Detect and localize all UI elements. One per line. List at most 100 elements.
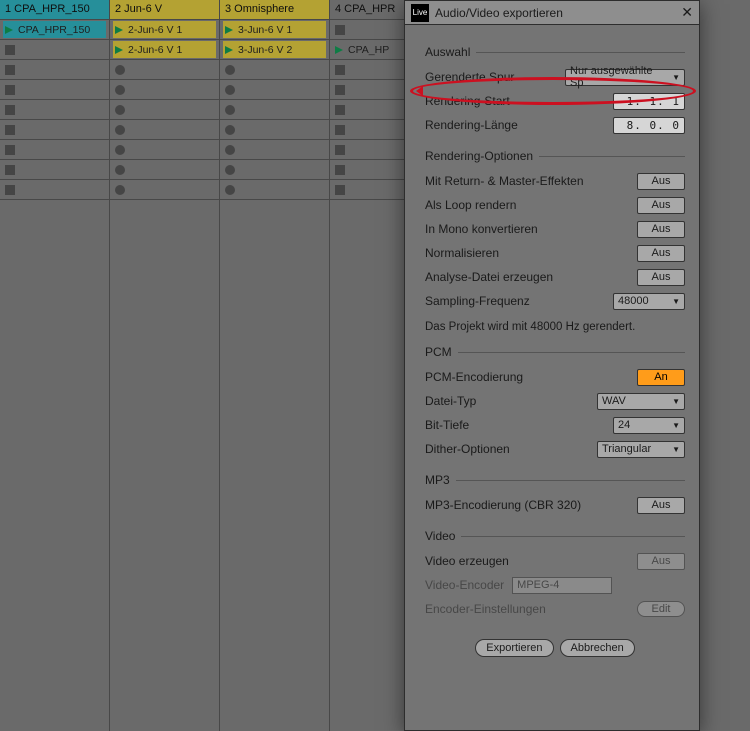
clip-slot[interactable] bbox=[0, 60, 109, 80]
record-slot-icon[interactable] bbox=[115, 65, 125, 75]
clip[interactable]: 2-Jun-6 V 1 bbox=[113, 41, 216, 58]
clip-slot[interactable] bbox=[0, 40, 109, 60]
toggle-normalize[interactable]: Aus bbox=[637, 245, 685, 262]
input-render-start[interactable]: 1. 1. 1 bbox=[613, 93, 685, 110]
stop-icon[interactable] bbox=[5, 145, 15, 155]
clip-slot[interactable] bbox=[220, 140, 329, 160]
toggle-video-create[interactable]: Aus bbox=[637, 553, 685, 570]
track-header[interactable]: 1 CPA_HPR_150 bbox=[0, 0, 109, 20]
toggle-convert-mono[interactable]: Aus bbox=[637, 221, 685, 238]
play-icon[interactable] bbox=[333, 44, 345, 56]
stop-icon[interactable] bbox=[335, 25, 345, 35]
field-video-encoder: MPEG-4 bbox=[512, 577, 612, 594]
toggle-pcm-encoding[interactable]: An bbox=[637, 369, 685, 386]
stop-icon[interactable] bbox=[335, 145, 345, 155]
select-bit-depth[interactable]: 24▼ bbox=[613, 417, 685, 434]
stop-icon[interactable] bbox=[335, 65, 345, 75]
clip-slot[interactable]: CPA_HPR_150 bbox=[0, 20, 109, 40]
clip-slot[interactable] bbox=[0, 180, 109, 200]
stop-icon[interactable] bbox=[5, 105, 15, 115]
clip-slot[interactable]: 2-Jun-6 V 1 bbox=[110, 20, 219, 40]
play-icon[interactable] bbox=[113, 24, 125, 36]
clip[interactable]: 3-Jun-6 V 2 bbox=[223, 41, 326, 58]
label-render-as-loop: Als Loop rendern bbox=[425, 198, 637, 212]
clip-slot[interactable] bbox=[110, 60, 219, 80]
select-rendered-track[interactable]: Nur ausgewählte Sp▼ bbox=[565, 69, 685, 86]
clip-slot[interactable]: 3-Jun-6 V 1 bbox=[220, 20, 329, 40]
clip-slot[interactable]: 2-Jun-6 V 1 bbox=[110, 40, 219, 60]
record-slot-icon[interactable] bbox=[225, 125, 235, 135]
label-analysis-file: Analyse-Datei erzeugen bbox=[425, 270, 637, 284]
clip-slot[interactable] bbox=[220, 60, 329, 80]
record-slot-icon[interactable] bbox=[225, 105, 235, 115]
toggle-analysis-file[interactable]: Aus bbox=[637, 269, 685, 286]
stop-icon[interactable] bbox=[5, 85, 15, 95]
clip-slot[interactable] bbox=[110, 120, 219, 140]
clip-slot[interactable] bbox=[110, 80, 219, 100]
play-icon[interactable] bbox=[113, 44, 125, 56]
record-slot-icon[interactable] bbox=[115, 125, 125, 135]
label-dither: Dither-Optionen bbox=[425, 442, 597, 456]
stop-icon[interactable] bbox=[335, 185, 345, 195]
record-slot-icon[interactable] bbox=[115, 165, 125, 175]
stop-icon[interactable] bbox=[335, 125, 345, 135]
stop-icon[interactable] bbox=[335, 165, 345, 175]
section-video: Video bbox=[425, 529, 685, 543]
play-icon[interactable] bbox=[3, 24, 15, 36]
record-slot-icon[interactable] bbox=[225, 185, 235, 195]
clip-slot[interactable] bbox=[220, 120, 329, 140]
button-encoder-edit[interactable]: Edit bbox=[637, 601, 685, 617]
clip-slot[interactable] bbox=[0, 140, 109, 160]
label-video-encoder: Video-Encoder bbox=[425, 578, 504, 592]
play-icon[interactable] bbox=[223, 24, 235, 36]
select-dither[interactable]: Triangular▼ bbox=[597, 441, 685, 458]
record-slot-icon[interactable] bbox=[115, 185, 125, 195]
stop-icon[interactable] bbox=[5, 125, 15, 135]
stop-icon[interactable] bbox=[335, 105, 345, 115]
play-icon[interactable] bbox=[223, 44, 235, 56]
clip-slot[interactable] bbox=[110, 180, 219, 200]
clip-label: CPA_HP bbox=[348, 44, 389, 56]
clip-slot[interactable] bbox=[110, 100, 219, 120]
select-file-type[interactable]: WAV▼ bbox=[597, 393, 685, 410]
clip[interactable]: 2-Jun-6 V 1 bbox=[113, 21, 216, 38]
clip[interactable]: CPA_HPR_150 bbox=[3, 21, 106, 38]
stop-icon[interactable] bbox=[5, 45, 15, 55]
record-slot-icon[interactable] bbox=[115, 85, 125, 95]
track-column: 1 CPA_HPR_150CPA_HPR_150 bbox=[0, 0, 110, 731]
clip-slot[interactable] bbox=[0, 120, 109, 140]
close-icon[interactable]: ✕ bbox=[681, 4, 693, 21]
record-slot-icon[interactable] bbox=[115, 105, 125, 115]
clip-slot[interactable] bbox=[220, 160, 329, 180]
export-button[interactable]: Exportieren bbox=[475, 639, 553, 657]
record-slot-icon[interactable] bbox=[115, 145, 125, 155]
toggle-return-master-fx[interactable]: Aus bbox=[637, 173, 685, 190]
clip-slot[interactable] bbox=[220, 100, 329, 120]
stop-icon[interactable] bbox=[5, 65, 15, 75]
clip-slot[interactable] bbox=[110, 160, 219, 180]
clip-label: 3-Jun-6 V 1 bbox=[238, 24, 292, 36]
stop-icon[interactable] bbox=[5, 165, 15, 175]
clip-slot[interactable] bbox=[220, 180, 329, 200]
cancel-button[interactable]: Abbrechen bbox=[560, 639, 635, 657]
track-header[interactable]: 3 Omnisphere bbox=[220, 0, 329, 20]
clip-slot[interactable] bbox=[0, 80, 109, 100]
clip-slot[interactable]: 3-Jun-6 V 2 bbox=[220, 40, 329, 60]
clip-slot[interactable] bbox=[0, 160, 109, 180]
toggle-render-as-loop[interactable]: Aus bbox=[637, 197, 685, 214]
toggle-mp3-encoding[interactable]: Aus bbox=[637, 497, 685, 514]
record-slot-icon[interactable] bbox=[225, 165, 235, 175]
clip[interactable]: 3-Jun-6 V 1 bbox=[223, 21, 326, 38]
clip-slot[interactable] bbox=[0, 100, 109, 120]
clip-slot[interactable] bbox=[110, 140, 219, 160]
stop-icon[interactable] bbox=[5, 185, 15, 195]
input-render-length[interactable]: 8. 0. 0 bbox=[613, 117, 685, 134]
record-slot-icon[interactable] bbox=[225, 145, 235, 155]
record-slot-icon[interactable] bbox=[225, 85, 235, 95]
track-header[interactable]: 2 Jun-6 V bbox=[110, 0, 219, 20]
stop-icon[interactable] bbox=[335, 85, 345, 95]
record-slot-icon[interactable] bbox=[225, 65, 235, 75]
clip-slot[interactable] bbox=[220, 80, 329, 100]
track-column: 2 Jun-6 V2-Jun-6 V 12-Jun-6 V 1 bbox=[110, 0, 220, 731]
select-sample-rate[interactable]: 48000▼ bbox=[613, 293, 685, 310]
